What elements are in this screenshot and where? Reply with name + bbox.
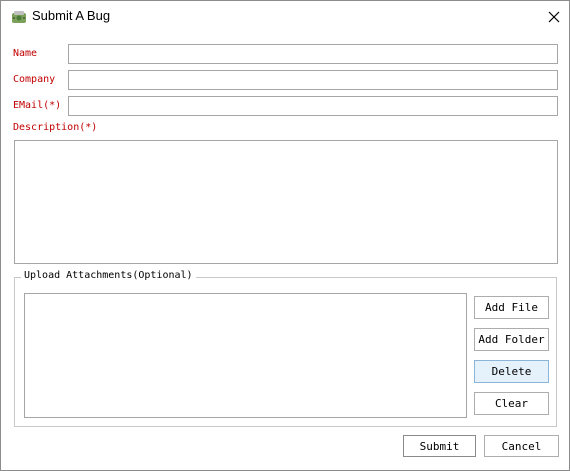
title-bar: Submit A Bug [1, 1, 569, 33]
delete-button[interactable]: Delete [474, 360, 549, 383]
company-label: Company [13, 74, 56, 85]
description-label: Description(*) [13, 122, 98, 133]
add-file-button[interactable]: Add File [474, 296, 549, 319]
window-title: Submit A Bug [32, 8, 111, 23]
add-folder-button[interactable]: Add Folder [474, 328, 549, 351]
company-field[interactable] [68, 70, 558, 90]
close-button[interactable] [539, 3, 569, 31]
cancel-button[interactable]: Cancel [484, 435, 559, 457]
clear-button[interactable]: Clear [474, 392, 549, 415]
description-textarea[interactable] [14, 140, 558, 264]
close-icon [548, 11, 560, 23]
submit-bug-dialog: Submit A Bug Name Company EMail(*) Descr… [0, 0, 570, 471]
email-label: EMail(*) [13, 100, 62, 111]
bug-app-icon [11, 9, 27, 25]
attachments-group-label: Upload Attachments(Optional) [21, 270, 196, 281]
name-field[interactable] [68, 44, 558, 64]
attachments-list[interactable] [24, 293, 467, 418]
email-field[interactable] [68, 96, 558, 116]
submit-button[interactable]: Submit [403, 435, 476, 457]
name-label: Name [13, 48, 38, 59]
